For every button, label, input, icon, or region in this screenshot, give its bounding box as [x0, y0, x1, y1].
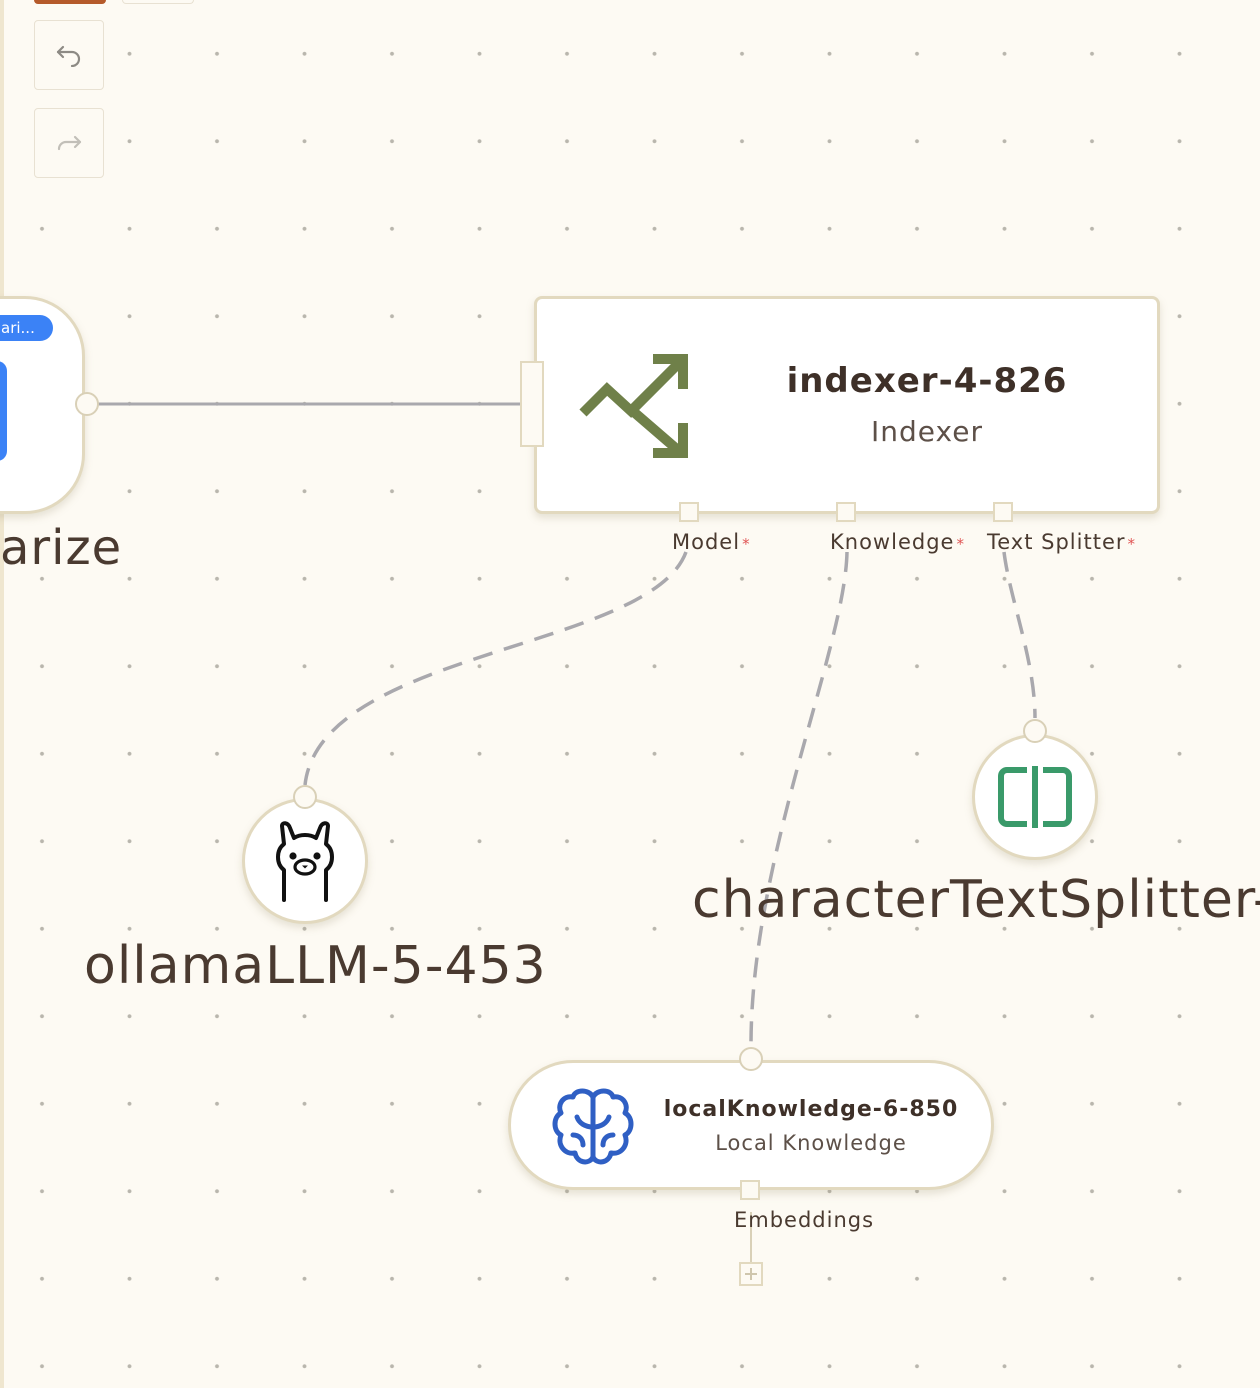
indexer-model-port[interactable]	[679, 502, 699, 522]
workflow-canvas[interactable]: ari... arize indexer-4-826 Indexer Model…	[0, 0, 1260, 1388]
trending-arrows-icon	[579, 354, 688, 458]
port-label-text-splitter: Text Splitter *	[987, 530, 1136, 554]
port-label-model: Model *	[672, 530, 751, 554]
ollama-node-label: ollamaLLM-5-453	[84, 936, 547, 996]
summarize-node-label: arize	[0, 520, 123, 576]
indexer-input-port[interactable]	[520, 361, 544, 447]
required-mark: *	[742, 535, 751, 553]
edge-textsplitter-splitter[interactable]	[1002, 551, 1037, 719]
ollama-node[interactable]	[242, 798, 368, 924]
edge-knowledge-localknowledge[interactable]	[749, 551, 849, 1049]
localknowledge-node-type: Local Knowledge	[715, 1131, 907, 1155]
summarize-node[interactable]: ari...	[0, 296, 85, 514]
indexer-textsplitter-port[interactable]	[993, 502, 1013, 522]
required-mark: *	[956, 535, 965, 553]
node-icon	[0, 361, 7, 461]
indexer-node[interactable]: indexer-4-826 Indexer	[534, 296, 1160, 514]
plus-icon	[745, 1268, 757, 1280]
indexer-node-name: indexer-4-826	[786, 361, 1068, 401]
indexer-knowledge-port[interactable]	[836, 502, 856, 522]
splitter-node[interactable]	[972, 734, 1098, 860]
required-mark: *	[1127, 535, 1136, 553]
localknowledge-node-name: localKnowledge-6-850	[663, 1097, 959, 1122]
splitter-node-label: characterTextSplitter-7-	[692, 870, 1260, 930]
indexer-node-type: Indexer	[871, 415, 983, 448]
localknowledge-embeddings-port[interactable]	[740, 1180, 760, 1200]
summarize-output-port[interactable]	[75, 392, 99, 416]
edge-model-ollama[interactable]	[303, 551, 688, 786]
split-icon	[998, 766, 1072, 828]
splitter-output-port[interactable]	[1023, 719, 1047, 743]
brain-icon	[552, 1088, 634, 1165]
ollama-output-port[interactable]	[293, 785, 317, 809]
localknowledge-node[interactable]: localKnowledge-6-850 Local Knowledge	[508, 1060, 994, 1190]
node-chip: ari...	[0, 315, 53, 341]
port-label-knowledge: Knowledge *	[830, 530, 965, 554]
llama-icon	[276, 821, 334, 902]
port-label-embeddings: Embeddings	[734, 1208, 875, 1232]
localknowledge-output-port[interactable]	[739, 1047, 763, 1071]
add-embeddings-button[interactable]	[739, 1262, 763, 1286]
